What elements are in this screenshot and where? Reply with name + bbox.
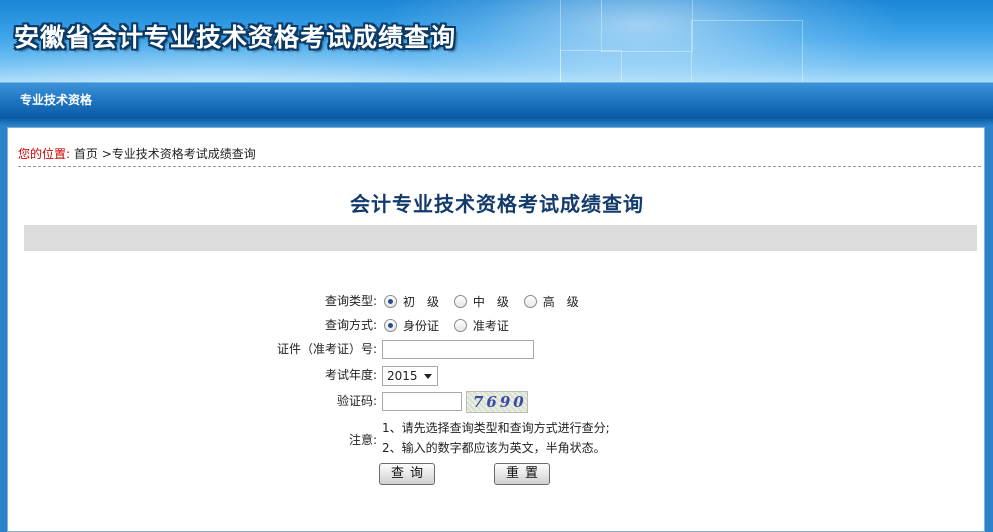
id-number-label: 证件（准考证）号: bbox=[276, 342, 377, 356]
query-type-intermediate-label: 中 级 bbox=[472, 294, 509, 309]
notes-list: 1、请先选择查询类型和查询方式进行查分; 2、输入的数字都应该为英文，半角状态。 bbox=[382, 418, 610, 458]
breadcrumb-current: >专业技术资格考试成绩查询 bbox=[101, 147, 256, 161]
captcha-row: 验证码: 7690 bbox=[8, 390, 986, 413]
breadcrumb: 您的位置: 首页 >专业技术资格考试成绩查询 bbox=[18, 145, 981, 167]
exam-year-selected-value: 2015 bbox=[387, 368, 418, 383]
content-panel: 您的位置: 首页 >专业技术资格考试成绩查询 会计专业技术资格考试成绩查询 查询… bbox=[7, 127, 985, 532]
query-type-options: 初 级 中 级 高 级 bbox=[382, 290, 588, 313]
captcha-label: 验证码: bbox=[336, 394, 377, 408]
query-method-admission-ticket-radio[interactable] bbox=[453, 319, 467, 332]
query-type-row: 查询类型: 初 级 中 级 高 级 bbox=[8, 290, 986, 312]
breadcrumb-label: 您的位置: bbox=[18, 147, 71, 161]
site-title: 安徽省会计专业技术资格考试成绩查询 bbox=[14, 23, 457, 52]
chevron-down-icon bbox=[424, 373, 432, 379]
notes-label: 注意: bbox=[348, 433, 377, 447]
query-method-admission-ticket-label: 准考证 bbox=[472, 318, 509, 333]
query-type-senior-radio[interactable] bbox=[523, 295, 537, 308]
query-method-label: 查询方式: bbox=[324, 318, 377, 332]
captcha-input[interactable] bbox=[382, 392, 462, 411]
query-method-options: 身份证 准考证 bbox=[382, 314, 518, 337]
exam-year-label: 考试年度: bbox=[324, 368, 377, 382]
title-divider-bar bbox=[24, 225, 977, 251]
note-line-1: 1、请先选择查询类型和查询方式进行查分; bbox=[382, 421, 610, 435]
query-method-id-card-radio[interactable] bbox=[384, 319, 397, 332]
main-nav: 专业技术资格 bbox=[0, 82, 993, 118]
query-method-id-card-label: 身份证 bbox=[403, 318, 440, 333]
exam-year-select[interactable]: 2015 bbox=[382, 365, 438, 386]
query-type-junior-label: 初 级 bbox=[403, 294, 440, 309]
query-type-intermediate-radio[interactable] bbox=[453, 295, 467, 308]
query-button[interactable]: 查询 bbox=[379, 463, 435, 485]
id-number-input[interactable] bbox=[382, 340, 534, 359]
reset-button[interactable]: 重置 bbox=[494, 463, 550, 485]
query-method-row: 查询方式: 身份证 准考证 bbox=[8, 314, 986, 336]
query-type-junior-radio[interactable] bbox=[384, 295, 397, 308]
captcha-image[interactable]: 7690 bbox=[466, 390, 528, 413]
note-line-2: 2、输入的数字都应该为英文，半角状态。 bbox=[382, 441, 606, 455]
exam-year-row: 考试年度: 2015 bbox=[8, 364, 986, 386]
nav-shadow bbox=[0, 118, 993, 126]
query-type-senior-label: 高 级 bbox=[542, 294, 579, 309]
nav-item-professional-qualification[interactable]: 专业技术资格 bbox=[20, 83, 92, 117]
query-type-label: 查询类型: bbox=[324, 294, 377, 308]
header-banner: 安徽省会计专业技术资格考试成绩查询 bbox=[0, 0, 993, 82]
banner-grid-decoration bbox=[560, 0, 821, 82]
page-title: 会计专业技术资格考试成绩查询 bbox=[350, 192, 644, 216]
id-number-row: 证件（准考证）号: bbox=[8, 338, 986, 360]
breadcrumb-home-link[interactable]: 首页 bbox=[74, 147, 98, 161]
